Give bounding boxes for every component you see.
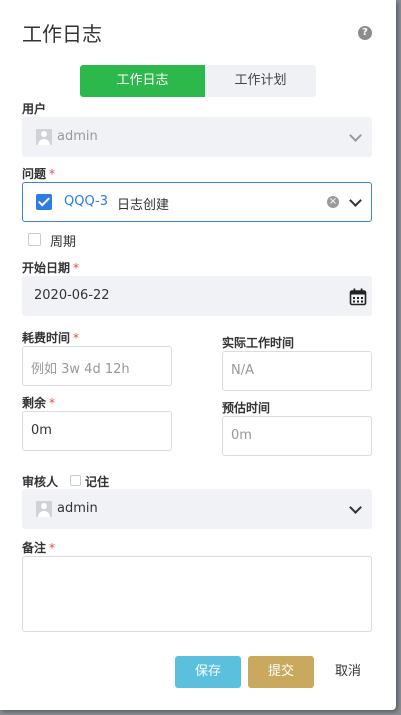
- chevron-down-icon: [349, 129, 362, 142]
- reviewer-select[interactable]: admin: [22, 489, 372, 529]
- issue-select[interactable]: QQQ-3 日志创建 ×: [22, 182, 372, 222]
- reviewer-avatar-icon: [36, 501, 52, 517]
- user-avatar-icon: [36, 129, 52, 145]
- chevron-down-icon: [349, 501, 362, 514]
- actual-time-label: 实际工作时间: [222, 336, 295, 350]
- note-textarea[interactable]: [22, 556, 372, 632]
- period-checkbox[interactable]: [28, 233, 41, 246]
- remember-checkbox[interactable]: [70, 475, 81, 486]
- tab-work-plan[interactable]: 工作计划: [205, 65, 316, 97]
- chevron-down-icon[interactable]: [349, 194, 362, 207]
- start-date-label: 开始日期 *: [22, 261, 80, 275]
- period-label: 周期: [50, 235, 77, 250]
- time-spent-input[interactable]: 例如 3w 4d 12h: [22, 346, 172, 386]
- dialog-title: 工作日志: [22, 22, 102, 46]
- issue-summary: 日志创建: [117, 198, 170, 213]
- user-label: 用户: [22, 102, 47, 116]
- start-date-value: 2020-06-22: [34, 288, 110, 303]
- issue-key: QQQ-3: [64, 194, 109, 209]
- estimate-field: 0m: [222, 416, 372, 456]
- actual-time-value: N/A: [231, 363, 254, 378]
- issue-label: 问题 *: [22, 167, 56, 181]
- user-value: admin: [57, 129, 98, 144]
- time-spent-label: 耗费时间 *: [22, 331, 80, 345]
- save-button[interactable]: 保存: [175, 656, 241, 688]
- worklog-dialog: 工作日志 ? 工作日志 工作计划 用户 admin 问题 * QQQ-3 日志创建…: [0, 0, 396, 710]
- estimate-label: 预估时间: [222, 401, 271, 415]
- reviewer-label: 审核人: [22, 475, 59, 489]
- help-icon[interactable]: ?: [358, 26, 372, 40]
- cancel-button[interactable]: 取消: [322, 656, 374, 688]
- calendar-icon[interactable]: [349, 288, 367, 306]
- estimate-value: 0m: [231, 428, 252, 443]
- user-select[interactable]: admin: [22, 117, 372, 157]
- remaining-input[interactable]: 0m: [22, 411, 172, 451]
- tab-work-log[interactable]: 工作日志: [80, 65, 205, 97]
- remaining-value: 0m: [31, 423, 52, 438]
- remember-label: 记住: [85, 475, 110, 489]
- time-spent-placeholder: 例如 3w 4d 12h: [31, 362, 130, 377]
- note-label: 备注 *: [22, 541, 56, 555]
- start-date-input[interactable]: 2020-06-22: [22, 276, 372, 316]
- issue-checkbox-icon[interactable]: [36, 194, 52, 210]
- actual-time-field: N/A: [222, 351, 372, 391]
- remaining-label: 剩余 *: [22, 396, 56, 410]
- submit-button[interactable]: 提交: [248, 656, 314, 688]
- clear-icon[interactable]: ×: [327, 196, 339, 208]
- reviewer-value: admin: [57, 501, 98, 516]
